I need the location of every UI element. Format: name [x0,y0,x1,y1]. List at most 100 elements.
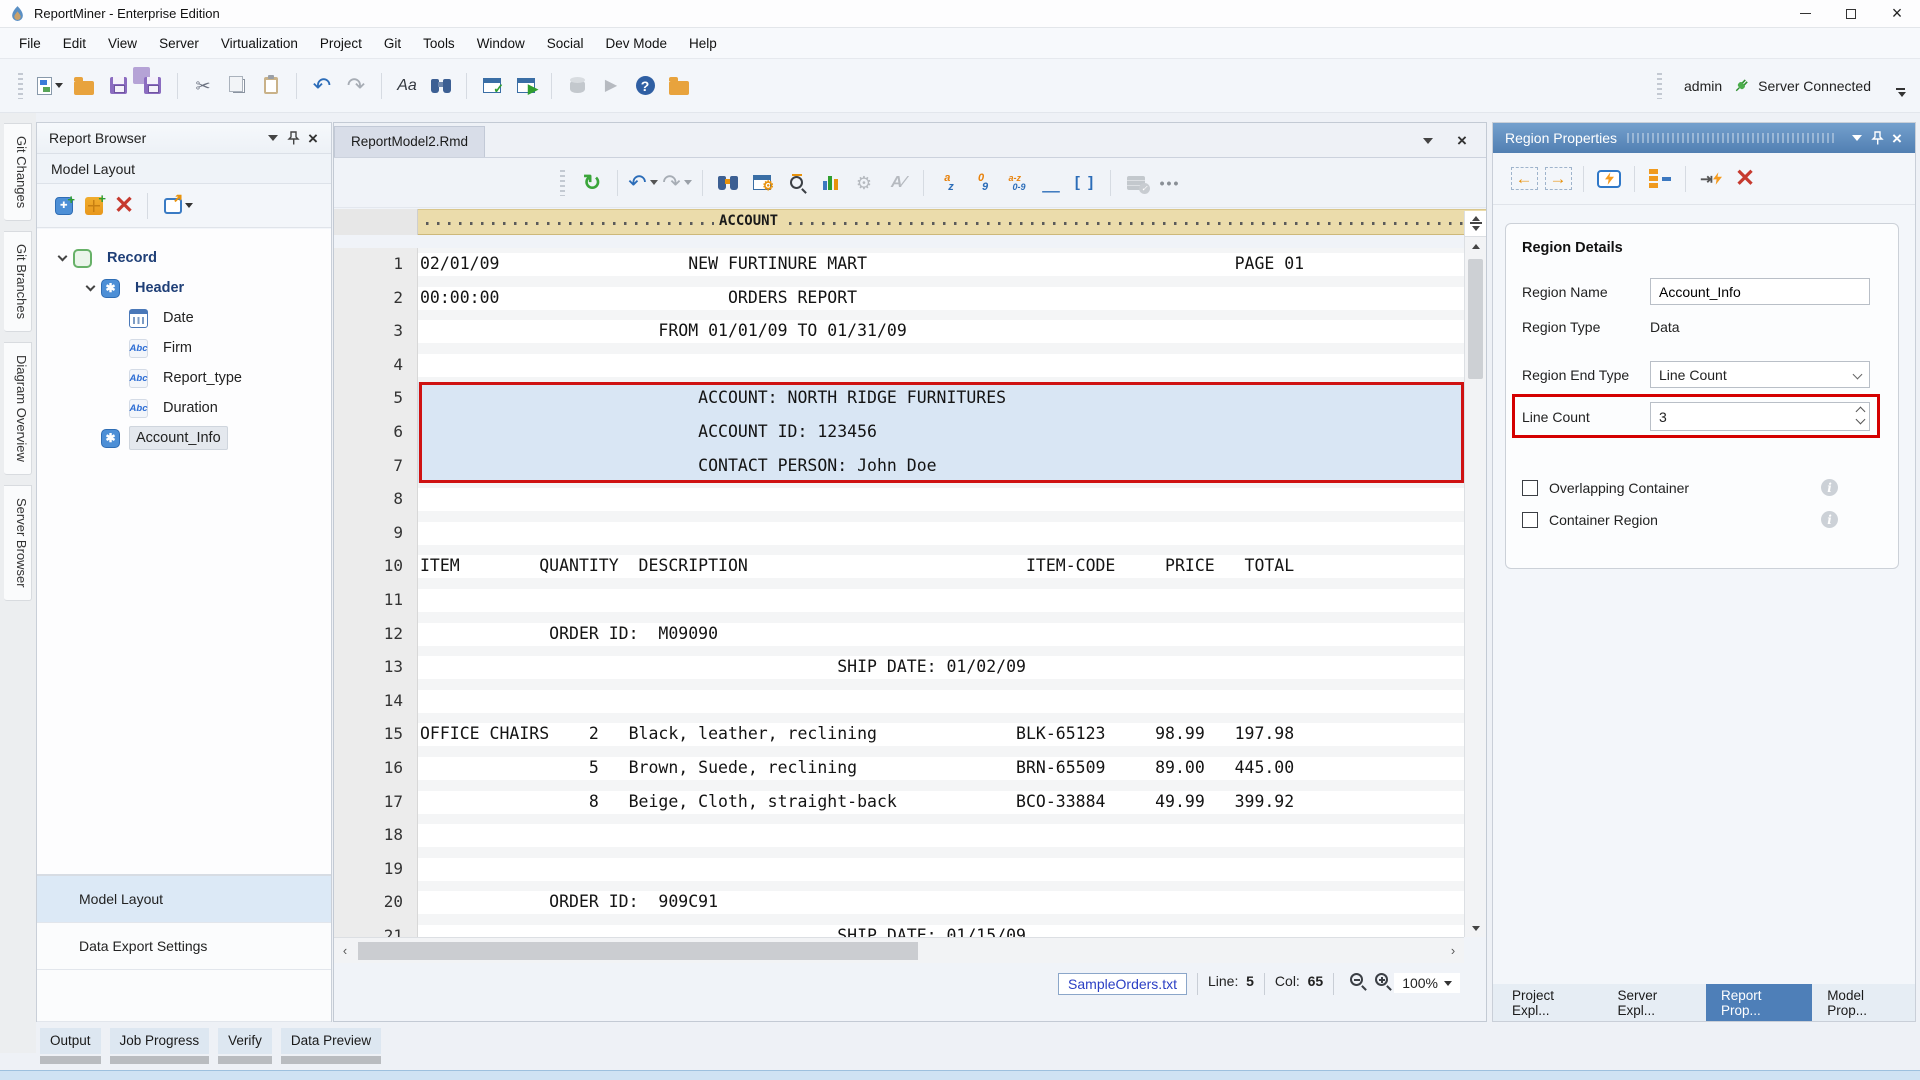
find-button[interactable] [426,70,456,102]
refresh-button[interactable]: ↻ [577,167,607,199]
report-line-1[interactable]: 102/01/09 NEW FURTINURE MART PAGE 01 [334,248,1464,282]
more-tools-button[interactable]: ••• [1155,167,1185,199]
panel-tab-report-prop-[interactable]: Report Prop... [1706,984,1812,1021]
paste-button[interactable] [256,70,286,102]
menu-server[interactable]: Server [148,31,210,56]
scroll-right-button[interactable]: › [1442,943,1464,958]
tree-item-header[interactable]: ✱Header [37,273,331,303]
menu-file[interactable]: File [8,31,52,56]
expander-chevron-icon[interactable] [51,256,73,260]
toolbar-grip[interactable] [18,73,23,99]
menu-edit[interactable]: Edit [52,31,97,56]
region-ruler[interactable]: ACCOUNT [334,209,1486,235]
scroll-left-button[interactable]: ‹ [334,943,356,958]
report-line-12[interactable]: 12 ORDER ID: M09090 [334,618,1464,652]
pin-icon[interactable] [283,131,303,145]
horizontal-scrollbar[interactable]: ‹ › [334,937,1464,963]
save-button[interactable] [103,70,133,102]
menu-tools[interactable]: Tools [412,31,466,56]
side-tab-diagram-overview[interactable]: Diagram Overview [4,342,32,475]
zoom-out-button[interactable] [1350,973,1363,986]
side-tab-git-changes[interactable]: Git Changes [4,123,32,221]
toolbar-overflow-button[interactable] [1895,88,1906,97]
font-button[interactable]: Aa [392,70,422,102]
panel-menu-button[interactable] [1847,135,1867,141]
hscroll-thumb[interactable] [358,942,918,960]
vscroll-thumb[interactable] [1468,259,1483,379]
menu-window[interactable]: Window [466,31,536,56]
editor-find-button[interactable] [713,167,743,199]
database-button[interactable] [562,70,592,102]
region-lightning-button[interactable]: ⇥ [1694,163,1728,195]
menu-social[interactable]: Social [536,31,595,56]
maximize-button[interactable] [1828,0,1874,28]
help-button[interactable]: ? [630,70,660,102]
delete-region-button[interactable]: ✕ [1728,163,1762,195]
footer-item-empty[interactable] [37,970,331,1022]
font-edit-button[interactable]: A∕ [883,167,913,199]
menu-git[interactable]: Git [373,31,412,56]
menu-help[interactable]: Help [678,31,728,56]
spin-down-icon[interactable] [1856,415,1866,425]
verify-model-button[interactable]: ✓ [477,70,507,102]
expander-chevron-icon[interactable] [79,286,101,290]
pattern-button[interactable]: ⚙ [747,167,777,199]
close-button[interactable]: × [1874,0,1920,28]
panel-tab-project-expl-[interactable]: Project Expl... [1497,984,1603,1021]
splitter-handle-icon[interactable] [1465,211,1486,237]
zoom-in-button[interactable] [1375,973,1388,986]
open-button[interactable] [69,70,99,102]
document-tab[interactable]: ReportModel2.Rmd [334,126,485,157]
minimize-button[interactable] [1782,0,1828,28]
chart-button[interactable] [815,167,845,199]
dock-tab-job-progress[interactable]: Job Progress [110,1028,210,1068]
editor-toolbar-grip[interactable] [560,170,565,196]
fields-hierarchy-button[interactable] [1643,163,1677,195]
scroll-up-button[interactable] [1465,237,1486,255]
server-ok-button[interactable]: ✓ [1121,167,1151,199]
tree-item-duration[interactable]: AbcDuration [37,393,331,423]
undo-button[interactable]: ↶ [307,70,337,102]
zoom-search-button[interactable] [781,167,811,199]
copy-button[interactable] [222,70,252,102]
report-line-8[interactable]: 8 [334,483,1464,517]
close-panel-button[interactable]: × [1887,130,1907,147]
footer-item-model-layout[interactable]: Model Layout [37,876,331,923]
apply-frame-button[interactable] [1592,163,1626,195]
dock-tab-data-preview[interactable]: Data Preview [281,1028,381,1068]
dock-tab-output[interactable]: Output [40,1028,101,1068]
report-line-13[interactable]: 13 SHIP DATE: 01/02/09 [334,651,1464,685]
redo-button[interactable]: ↷ [341,70,371,102]
delete-node-button[interactable]: ✕ [109,191,139,221]
panel-tab-server-expl-[interactable]: Server Expl... [1603,984,1706,1021]
report-line-18[interactable]: 18 [334,819,1464,853]
panel-tab-model-prop-[interactable]: Model Prop... [1812,984,1915,1021]
tree-item-firm[interactable]: AbcFirm [37,333,331,363]
sort-numeric-button[interactable]: 09 [968,167,998,199]
report-line-11[interactable]: 11 [334,584,1464,618]
add-region-button[interactable] [49,191,79,221]
tree-item-record[interactable]: Record [37,243,331,273]
report-line-16[interactable]: 16 5 Brown, Suede, reclining BRN-65509 8… [334,752,1464,786]
save-all-button[interactable] [137,70,167,102]
line-count-spinner[interactable]: 3 [1650,402,1870,431]
side-tab-git-branches[interactable]: Git Branches [4,231,32,332]
tab-list-button[interactable] [1418,138,1438,144]
info-icon[interactable]: i [1821,479,1838,496]
editor-undo-button[interactable]: ↶ [628,167,658,199]
region-end-type-select[interactable]: Line Count [1650,361,1870,388]
report-line-3[interactable]: 3 FROM 01/01/09 TO 01/31/09 [334,315,1464,349]
source-file-badge[interactable]: SampleOrders.txt [1058,973,1187,995]
new-document-button[interactable] [35,70,65,102]
brackets-button[interactable]: [ ] [1070,167,1100,199]
menu-virtualization[interactable]: Virtualization [210,31,309,56]
report-text-area[interactable]: 102/01/09 NEW FURTINURE MART PAGE 01200:… [334,248,1464,954]
tree-item-date[interactable]: Date [37,303,331,333]
report-line-4[interactable]: 4 [334,349,1464,383]
pin-icon[interactable] [1867,131,1887,145]
region-name-input[interactable] [1650,278,1870,305]
tree-item-report_type[interactable]: AbcReport_type [37,363,331,393]
checkbox-unchecked[interactable] [1522,512,1538,528]
report-line-20[interactable]: 20 ORDER ID: 909C91 [334,886,1464,920]
report-line-17[interactable]: 17 8 Beige, Cloth, straight-back BCO-338… [334,786,1464,820]
